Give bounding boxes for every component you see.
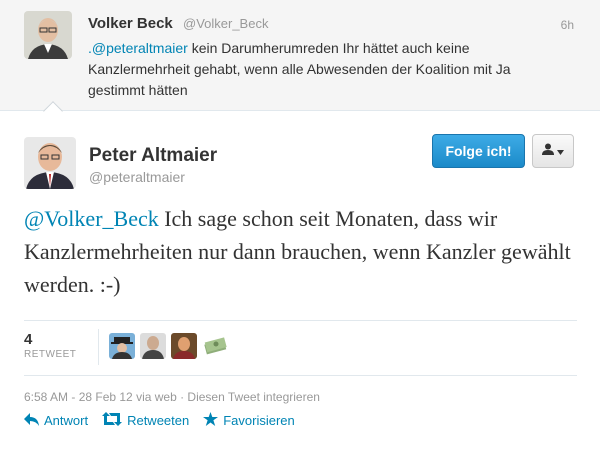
favorite-label: Favorisieren xyxy=(223,413,295,428)
author-handle[interactable]: @peteraltmaier xyxy=(89,169,185,185)
parent-tweet-text: .@peteraltmaier kein Darumherumreden Ihr… xyxy=(88,38,568,101)
tweet-text: @Volker_Beck Ich sage schon seit Monaten… xyxy=(24,202,584,301)
stats-divider xyxy=(98,329,99,365)
follow-button[interactable]: Folge ich! xyxy=(432,134,525,168)
favorite-action[interactable]: Favorisieren xyxy=(203,412,295,429)
author-name[interactable]: Peter Altmaier xyxy=(89,145,217,167)
retweeter-avatars xyxy=(109,333,228,359)
reply-icon xyxy=(24,412,39,429)
tweet-actions: Antwort Retweeten Favorisieren xyxy=(24,412,295,429)
star-icon xyxy=(203,412,219,429)
tweet-meta[interactable]: 6:58 AM - 28 Feb 12 via web · Diesen Twe… xyxy=(24,390,320,404)
retweet-count-label: RETWEET xyxy=(24,349,77,360)
parent-author-name[interactable]: Volker Beck xyxy=(88,15,173,32)
user-actions-button[interactable] xyxy=(532,134,574,168)
parent-tweet-time[interactable]: 6h xyxy=(561,18,574,32)
retweeter-avatar-1[interactable] xyxy=(109,333,135,359)
retweet-action[interactable]: Retweeten xyxy=(102,412,189,429)
retweeter-avatar-3[interactable] xyxy=(171,333,197,359)
retweet-label: Retweeten xyxy=(127,413,190,428)
retweet-count[interactable]: 4 xyxy=(24,331,32,348)
reply-action[interactable]: Antwort xyxy=(24,412,88,429)
retweeter-avatar-2[interactable] xyxy=(140,333,166,359)
retweeter-avatar-4[interactable] xyxy=(202,333,228,359)
divider xyxy=(24,320,577,321)
volker-beck-avatar[interactable] xyxy=(24,11,72,59)
divider xyxy=(24,375,577,376)
person-icon xyxy=(542,142,554,160)
chevron-down-icon xyxy=(557,142,564,160)
retweet-icon xyxy=(102,412,123,429)
parent-tweet[interactable]: Volker Beck @Volker_Beck 6h .@peteraltma… xyxy=(0,0,600,111)
tweet-mention-link[interactable]: @Volker_Beck xyxy=(24,206,159,231)
reply-label: Antwort xyxy=(44,413,89,428)
peter-altmaier-avatar[interactable] xyxy=(24,137,76,189)
parent-author-handle[interactable]: @Volker_Beck xyxy=(183,16,268,31)
parent-mention-link[interactable]: .@peteraltmaier xyxy=(88,40,188,56)
